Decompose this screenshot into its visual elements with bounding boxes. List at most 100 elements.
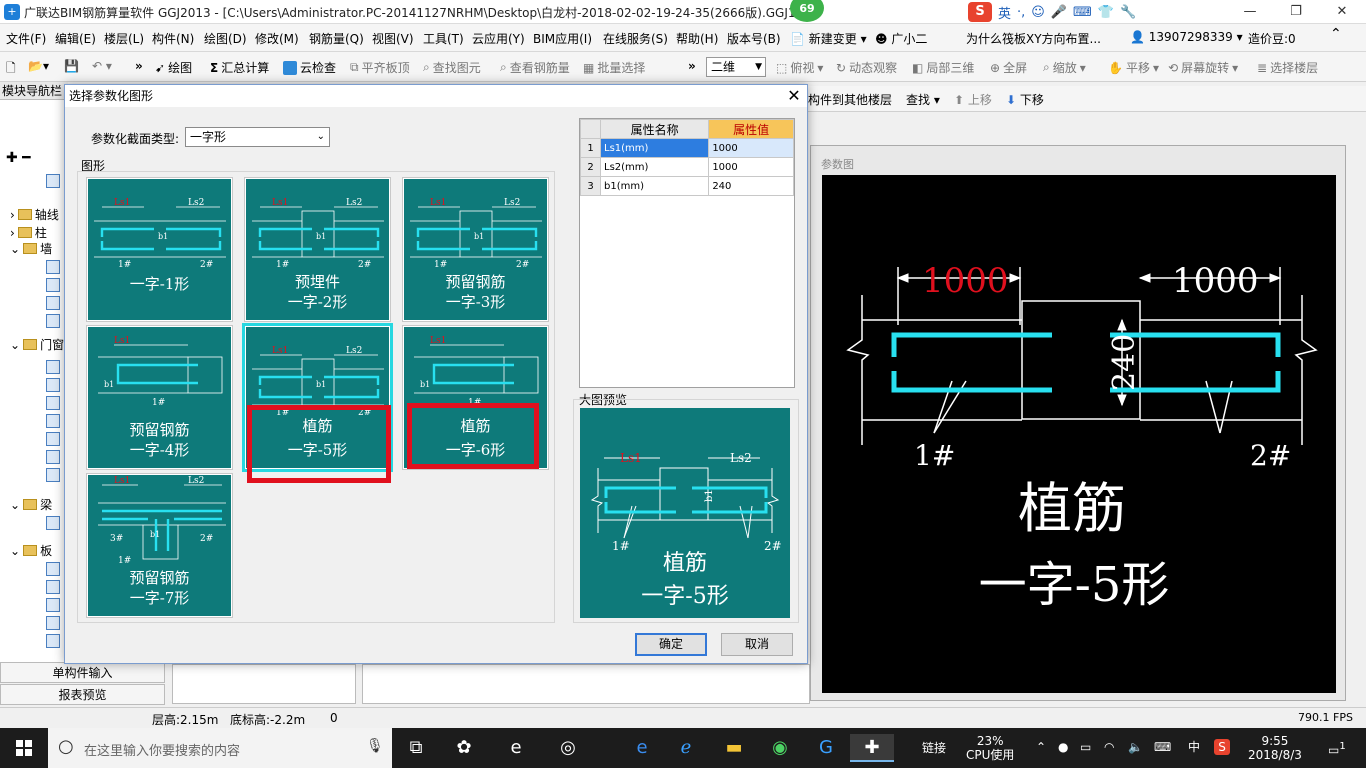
tray-chevron-icon[interactable]: ⌃ xyxy=(1036,740,1046,754)
restore-button[interactable]: ❐ xyxy=(1276,2,1316,22)
slab-item-icon[interactable] xyxy=(46,616,60,630)
beam-item-icon[interactable] xyxy=(46,516,60,530)
door-item-icon[interactable] xyxy=(46,396,60,410)
door-item-icon[interactable] xyxy=(46,360,60,374)
menu-edit[interactable]: 编辑(E) xyxy=(55,30,96,47)
find-element-button[interactable]: ⌕ 查找图元 xyxy=(423,59,481,76)
minimize-button[interactable]: — xyxy=(1230,2,1270,22)
clock[interactable]: 9:55 2018/8/3 xyxy=(1248,734,1302,762)
task-view-icon[interactable]: ⧉ xyxy=(394,734,438,762)
account-phone[interactable]: 👤 13907298339 ▾ xyxy=(1130,30,1243,50)
tree-axis[interactable]: › 轴线 xyxy=(10,206,59,223)
tree-column[interactable]: › 柱 xyxy=(10,224,47,241)
news-ticker[interactable]: 为什么筏板XY方向布置... xyxy=(966,30,1101,50)
cpu-usage[interactable]: 23% CPU使用 xyxy=(966,734,1014,762)
prop-row[interactable]: 2 Ls2(mm) 1000 xyxy=(580,157,794,177)
keyboard-icon[interactable]: ⌨ xyxy=(1073,5,1092,20)
move-down-button[interactable]: ⬇ 下移 xyxy=(1006,91,1044,108)
volume-icon[interactable]: 🔈 xyxy=(1128,740,1143,754)
select-floor-button[interactable]: ≣ 选择楼层 xyxy=(1257,59,1318,76)
thumb-shape-4[interactable]: Ls1 b1 1# 预留钢筋 一字-4形 xyxy=(86,325,233,470)
battery-icon[interactable]: ▭ xyxy=(1080,740,1091,754)
door-item-icon[interactable] xyxy=(46,378,60,392)
door-item-icon[interactable] xyxy=(46,432,60,446)
local-3d-button[interactable]: ◧ 局部三维 xyxy=(912,59,974,76)
tab-single-component[interactable]: 单构件输入 xyxy=(0,662,165,683)
flush-top-button[interactable]: ⧉ 平齐板顶 xyxy=(350,59,410,76)
slab-item-icon[interactable] xyxy=(46,562,60,576)
taskbar-search[interactable]: ○ 在这里输入你要搜索的内容 🎙 xyxy=(48,728,392,768)
fullscreen-button[interactable]: ⊕ 全屏 xyxy=(990,59,1027,76)
thumb-shape-2[interactable]: Ls1 Ls2 b1 1# 2# 预埋件 一字-2形 xyxy=(244,177,391,322)
360-browser-icon[interactable]: ◉ xyxy=(758,734,802,762)
dialog-close-icon[interactable]: ✕ xyxy=(783,86,805,106)
mic-icon[interactable]: 🎙 xyxy=(366,738,384,754)
view-rebar-button[interactable]: ⌕ 查看钢筋量 xyxy=(500,59,570,76)
view-mode-select[interactable]: 二维 ▼ xyxy=(706,57,766,77)
ie-blue-icon[interactable]: ℯ xyxy=(664,734,708,762)
top-view-button[interactable]: ⬚ 俯视 ▾ xyxy=(776,59,823,76)
dynamic-view-button[interactable]: ↻ 动态观察 xyxy=(836,59,897,76)
notification-center[interactable]: ▭1 xyxy=(1328,740,1346,757)
start-button[interactable] xyxy=(0,728,48,768)
sum-calc-button[interactable]: Σ 汇总计算 xyxy=(210,59,269,76)
cloud-check-button[interactable]: 云检查 xyxy=(283,59,336,76)
thumb-shape-3[interactable]: Ls1 Ls2 b1 1# 2# 预留钢筋 一字-3形 xyxy=(402,177,549,322)
batch-select-button[interactable]: ▦ 批量选择 xyxy=(583,59,645,76)
notification-badge[interactable]: 69 xyxy=(790,0,824,22)
menu-component[interactable]: 构件(N) xyxy=(152,30,194,47)
zoom-button[interactable]: ⌕ 缩放 ▾ xyxy=(1043,59,1086,76)
prop-value[interactable]: 1000 xyxy=(708,138,794,158)
undo-icon[interactable]: ↶ ▾ xyxy=(92,59,112,73)
move-up-button[interactable]: ⬆ 上移 xyxy=(954,91,992,108)
menu-cloud[interactable]: 云应用(Y) xyxy=(472,30,525,47)
wall-item-icon[interactable] xyxy=(46,278,60,292)
menu-modify[interactable]: 修改(M) xyxy=(255,30,299,47)
menu-file[interactable]: 文件(F) xyxy=(6,30,46,47)
tree-door-window[interactable]: ⌄ 门窗 xyxy=(10,336,64,353)
thumb-shape-7[interactable]: Ls1 Ls2 b1 1# 2# 3# 预留钢筋 一字-7形 xyxy=(86,473,233,618)
more-arrows-icon[interactable]: » xyxy=(135,59,143,73)
tab-report-preview[interactable]: 报表预览 xyxy=(0,684,165,705)
find-button[interactable]: 查找 ▾ xyxy=(906,91,940,108)
thumb-shape-1[interactable]: Ls1 Ls2 b1 1# 2# 一字-1形 xyxy=(86,177,233,322)
pan-button[interactable]: ✋ 平移 ▾ xyxy=(1108,59,1159,76)
guangxiaoer-button[interactable]: ☻ 广小二 xyxy=(875,30,927,47)
menu-rebar-qty[interactable]: 钢筋量(Q) xyxy=(309,30,364,47)
slab-item-icon[interactable] xyxy=(46,634,60,648)
draw-button[interactable]: ➹ 绘图 xyxy=(155,59,192,76)
ime-lang[interactable]: 英 xyxy=(998,3,1011,22)
cancel-button[interactable]: 取消 xyxy=(721,633,793,656)
tree-beam[interactable]: ⌄ 梁 xyxy=(10,496,52,513)
ggj-app-icon[interactable]: ✚ xyxy=(850,734,894,762)
door-item-icon[interactable] xyxy=(46,450,60,464)
fan-app-icon[interactable]: ✿ xyxy=(442,734,486,762)
wall-item-icon[interactable] xyxy=(46,314,60,328)
menu-tools[interactable]: 工具(T) xyxy=(423,30,464,47)
ime-indicator[interactable]: 中 xyxy=(1188,740,1200,754)
ie-icon[interactable]: e xyxy=(494,734,538,762)
sogou-tray-icon[interactable]: S xyxy=(1214,739,1230,755)
360-app-icon[interactable]: ◎ xyxy=(546,734,590,762)
rotate-button[interactable]: ⟲ 屏幕旋转 ▾ xyxy=(1168,59,1238,76)
component-icon[interactable] xyxy=(46,174,60,188)
file-explorer-icon[interactable]: ▬ xyxy=(712,734,756,762)
sogou-logo-icon[interactable]: S xyxy=(968,2,992,22)
open-file-icon[interactable]: 📂▾ xyxy=(28,59,49,73)
menu-view[interactable]: 视图(V) xyxy=(372,30,414,47)
slab-item-icon[interactable] xyxy=(46,598,60,612)
section-type-select[interactable]: 一字形 ⌄ xyxy=(185,127,330,147)
user-icon[interactable]: 👕 xyxy=(1098,5,1114,20)
emoji-icon[interactable]: ☺ xyxy=(1031,5,1045,20)
menu-draw[interactable]: 绘图(D) xyxy=(204,30,247,47)
prop-row[interactable]: 1 Ls1(mm) 1000 xyxy=(580,138,794,158)
tree-slab[interactable]: ⌄ 板 xyxy=(10,542,52,559)
keyboard-icon[interactable]: ⌨ xyxy=(1154,740,1171,754)
door-item-icon[interactable] xyxy=(46,414,60,428)
close-window-button[interactable]: ✕ xyxy=(1322,2,1362,22)
wall-item-icon[interactable] xyxy=(46,260,60,274)
tray-app-icon[interactable]: ● xyxy=(1058,740,1068,754)
menu-bim[interactable]: BIM应用(I) xyxy=(533,30,592,47)
tree-wall[interactable]: ⌄ 墙 xyxy=(10,240,52,257)
menu-floor[interactable]: 楼层(L) xyxy=(104,30,144,47)
